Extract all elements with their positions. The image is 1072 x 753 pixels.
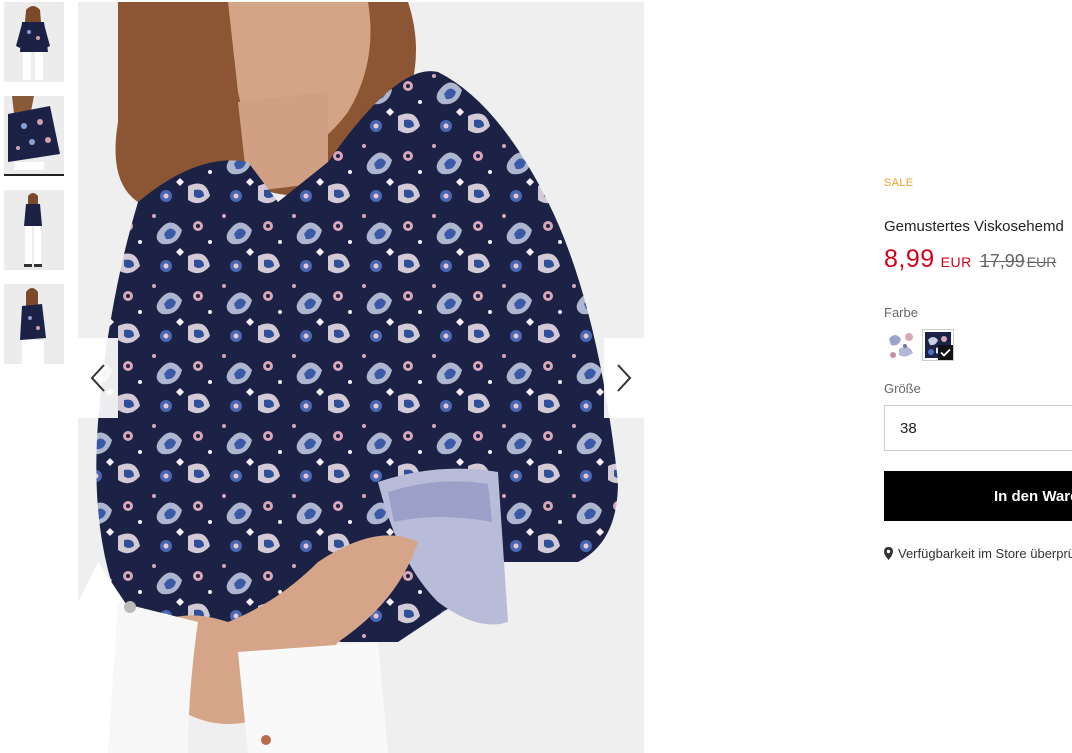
chevron-right-icon xyxy=(617,364,632,392)
store-availability-link[interactable]: Verfügbarkeit im Store überprüfen xyxy=(884,546,1072,561)
original-price-currency: EUR xyxy=(1026,254,1057,270)
original-price: 17,99 xyxy=(979,251,1025,271)
color-swatch-light[interactable] xyxy=(885,329,917,361)
chevron-left-icon xyxy=(90,364,105,392)
previous-image-button[interactable] xyxy=(78,338,118,418)
current-price-currency: EUR xyxy=(940,254,972,270)
color-label: Farbe xyxy=(884,305,918,320)
sale-badge: SALE xyxy=(884,177,914,189)
thumbnail-2[interactable] xyxy=(4,96,64,176)
map-pin-icon xyxy=(884,547,893,560)
product-info-panel: SALE Gemustertes Viskosehemd 8,99 EUR 17,9… xyxy=(884,0,1072,753)
current-price: 8,99 xyxy=(884,245,935,273)
add-to-cart-button[interactable]: In den Warenkorb xyxy=(884,471,1072,521)
add-to-cart-label: In den Warenkorb xyxy=(994,487,1072,505)
color-swatch-navy-selected[interactable] xyxy=(922,329,954,361)
thumbnail-3[interactable] xyxy=(4,190,64,270)
size-select[interactable]: 38 xyxy=(884,405,1072,451)
price-row: 8,99 EUR 17,99 EUR xyxy=(884,245,1056,274)
next-image-button[interactable] xyxy=(604,338,644,418)
selected-check-icon xyxy=(938,345,953,360)
active-thumbnail-indicator xyxy=(4,174,64,176)
main-product-image[interactable] xyxy=(78,2,644,753)
size-select-value: 38 xyxy=(900,420,917,437)
store-availability-label: Verfügbarkeit im Store überprüfen xyxy=(898,546,1072,561)
size-label: Größe xyxy=(884,381,921,396)
thumbnail-1[interactable] xyxy=(4,2,64,82)
product-page: SALE Gemustertes Viskosehemd 8,99 EUR 17,9… xyxy=(0,0,1072,753)
product-title: Gemustertes Viskosehemd xyxy=(884,218,1064,235)
thumbnail-4[interactable] xyxy=(4,284,64,364)
